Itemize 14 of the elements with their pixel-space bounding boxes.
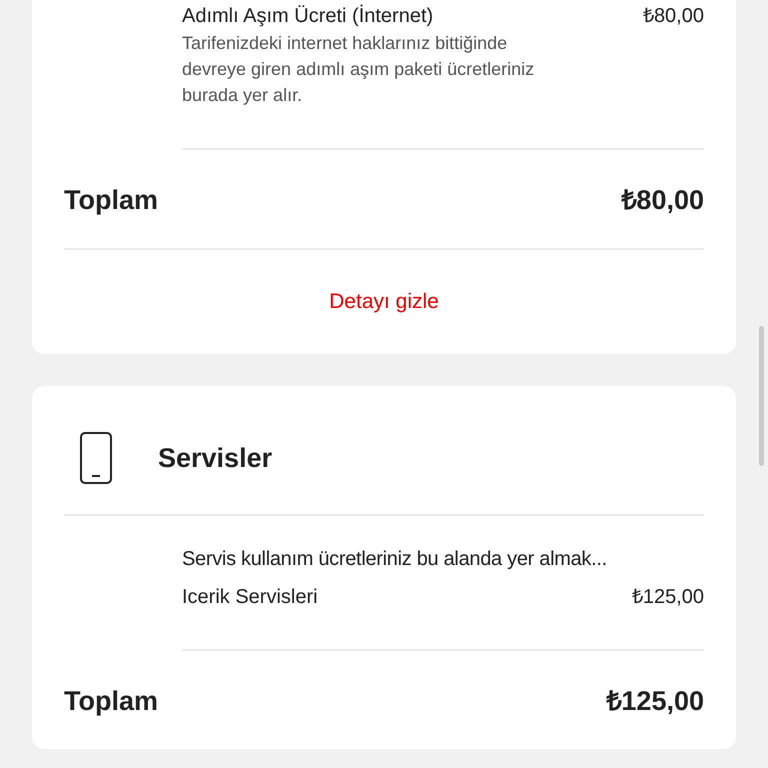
total-amount: ₺80,00 [621, 184, 704, 216]
item-price: ₺80,00 [642, 6, 704, 26]
item-name: Adımlı Aşım Ücreti (İnternet) [182, 6, 434, 26]
section-title: Servisler [158, 442, 272, 474]
section-description: Servis kullanım ücretleriniz bu alanda yer almak... [182, 548, 608, 571]
hide-details-link[interactable]: Detayı gizle [329, 290, 439, 313]
item-name: Icerik Servisleri [182, 585, 318, 609]
phone-icon [80, 432, 112, 484]
total-label: Toplam [64, 184, 158, 216]
total-amount: ₺125,00 [606, 685, 704, 717]
item-price: ₺125,00 [632, 585, 704, 609]
total-label: Toplam [64, 685, 158, 717]
item-description: Tarifenizdeki internet haklarınız bittiğinde devreye giren adımlı aşım paketi ücretleriniz burada yer alır. [182, 32, 536, 107]
scrollbar[interactable] [759, 326, 764, 466]
